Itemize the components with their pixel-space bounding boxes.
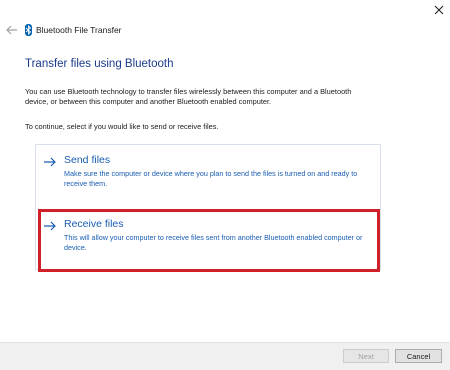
description-text: You can use Bluetooth technology to tran…	[25, 87, 352, 106]
send-files-description: Make sure the computer or device where y…	[64, 169, 358, 188]
bluetooth-icon	[25, 24, 32, 36]
page-heading: Transfer files using Bluetooth	[25, 58, 174, 70]
window-title: Bluetooth File Transfer	[36, 25, 122, 35]
close-icon[interactable]	[434, 5, 444, 15]
title-bar: Bluetooth File Transfer	[0, 0, 450, 36]
instruction-text: To continue, select if you would like to…	[25, 122, 219, 131]
footer-bar: Next Cancel	[0, 342, 450, 370]
back-arrow-icon[interactable]	[6, 25, 18, 35]
send-files-title: Send files	[64, 154, 111, 166]
next-button[interactable]: Next	[343, 349, 389, 363]
highlight-box	[38, 209, 380, 272]
send-files-option[interactable]: Send files Make sure the computer or dev…	[36, 145, 382, 205]
right-arrow-icon	[44, 157, 56, 167]
cancel-button[interactable]: Cancel	[395, 349, 442, 363]
